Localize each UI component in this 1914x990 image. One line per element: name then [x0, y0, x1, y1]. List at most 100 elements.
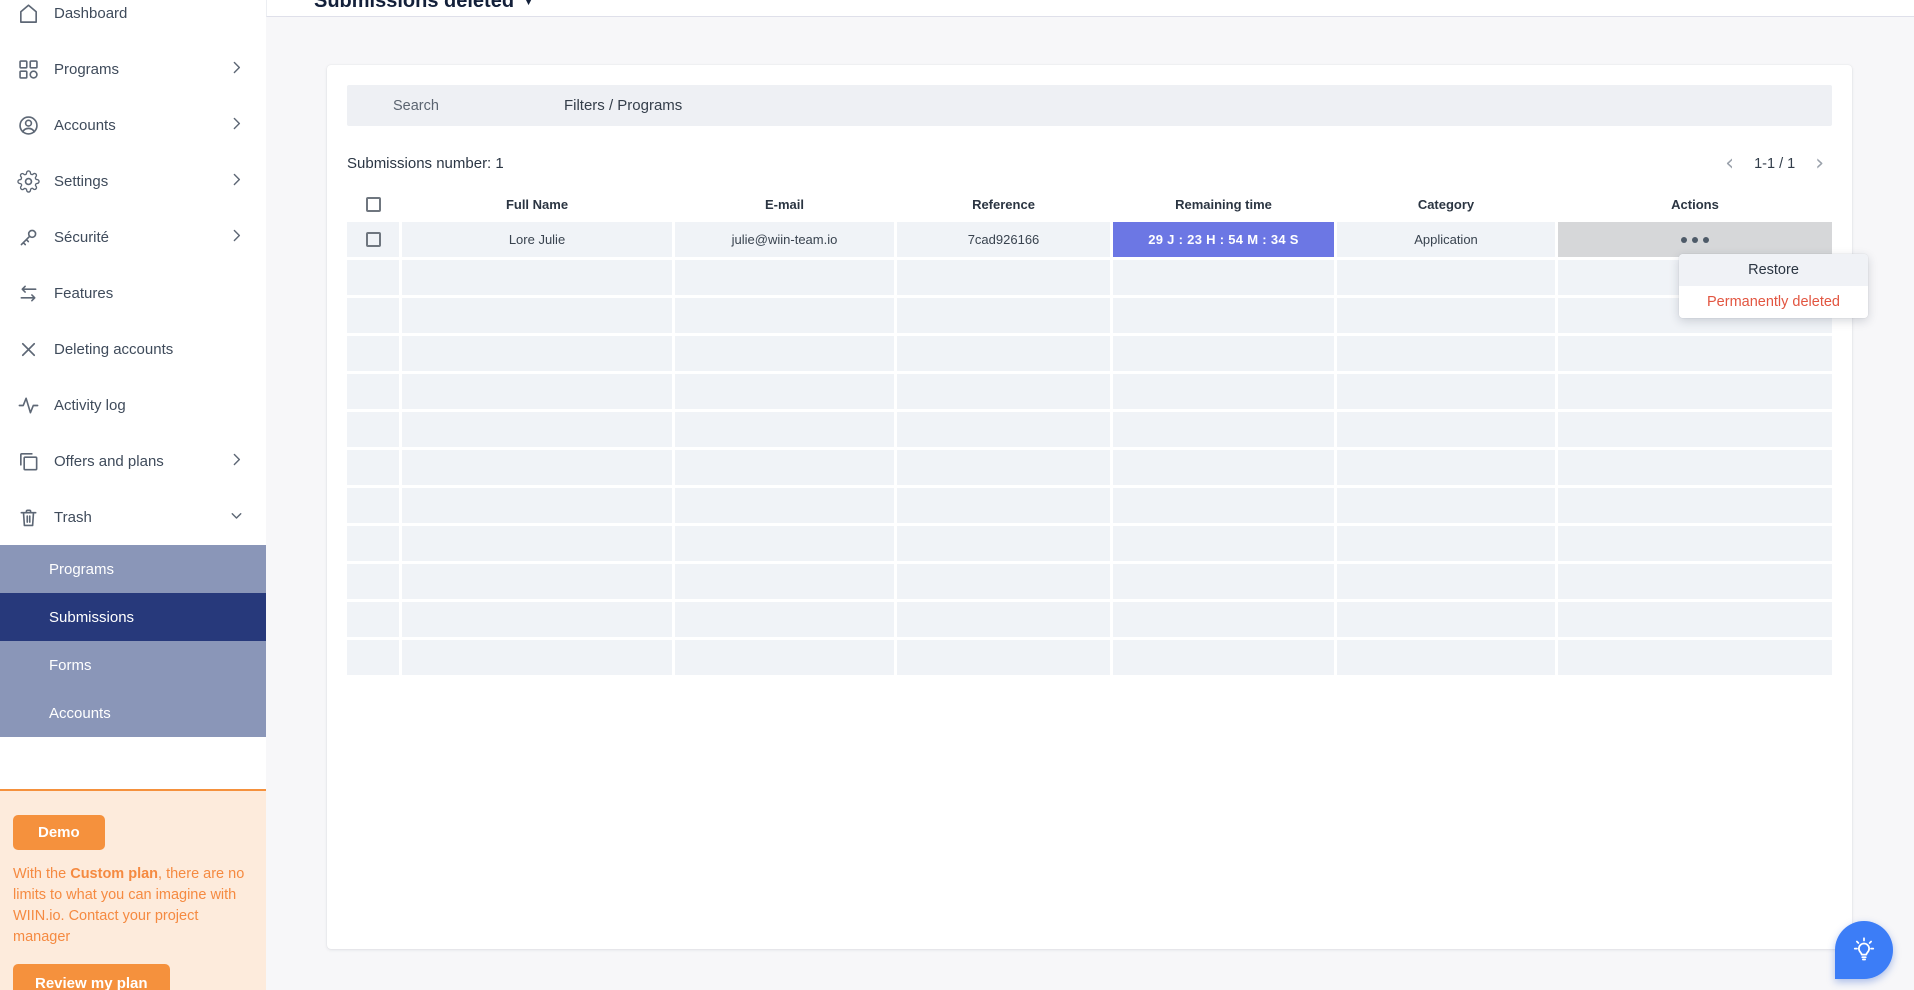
review-plan-button[interactable]: Review my plan — [13, 964, 170, 990]
empty-cell — [675, 412, 894, 447]
table-row: Lore Juliejulie@wiin-team.io7cad92616629… — [347, 222, 1832, 257]
page-header: Submissions deleted ▼ — [266, 0, 1914, 17]
empty-cell — [1113, 260, 1334, 295]
empty-cell — [402, 336, 672, 371]
demo-badge[interactable]: Demo — [13, 815, 105, 850]
empty-cell — [1558, 412, 1832, 447]
sidebar-item-dashboard[interactable]: Dashboard — [0, 0, 266, 41]
menu-item-permanently-deleted[interactable]: Permanently deleted — [1679, 286, 1868, 318]
empty-cell — [897, 298, 1110, 333]
empty-cell — [347, 602, 399, 637]
sidebar-item-activity-log[interactable]: Activity log — [0, 377, 266, 433]
trash-submenu-item-programs[interactable]: Programs — [0, 545, 266, 593]
trash-icon — [15, 504, 41, 530]
sidebar-nav: DashboardProgramsAccounts Settings Sécurit… — [0, 0, 266, 545]
empty-cell — [675, 526, 894, 561]
funnel-icon[interactable] — [537, 96, 556, 115]
empty-cell — [1337, 260, 1555, 295]
empty-cell — [347, 450, 399, 485]
empty-cell — [675, 374, 894, 409]
column-header-reference: Reference — [897, 197, 1110, 212]
menu-item-restore[interactable]: Restore — [1679, 254, 1868, 286]
prev-page-button[interactable]: ‹ — [1725, 157, 1734, 171]
empty-cell — [1337, 526, 1555, 561]
select-all-checkbox[interactable] — [366, 197, 381, 212]
column-header-actions: Actions — [1558, 197, 1832, 212]
empty-cell — [897, 336, 1110, 371]
trash-submenu-item-forms[interactable]: Forms — [0, 641, 266, 689]
chevron-right-icon — [228, 171, 248, 191]
empty-cell — [1113, 602, 1334, 637]
empty-cell — [347, 526, 399, 561]
sidebar-item-label: Trash — [54, 509, 228, 526]
submenu-item-label: Submissions — [49, 609, 134, 626]
sidebar-item-accounts[interactable]: Accounts — [0, 97, 266, 153]
empty-cell — [897, 602, 1110, 637]
search-input[interactable]: Search — [393, 98, 439, 114]
empty-cell — [1113, 336, 1334, 371]
help-fab[interactable] — [1835, 921, 1893, 979]
empty-cell — [1337, 298, 1555, 333]
empty-cell — [897, 374, 1110, 409]
actions-menu: RestorePermanently deleted — [1679, 254, 1868, 318]
empty-cell — [1558, 564, 1832, 599]
sidebar-item-label: Features — [54, 285, 248, 302]
more-actions-icon — [1681, 237, 1709, 243]
empty-cell — [675, 260, 894, 295]
empty-cell — [402, 412, 672, 447]
demo-text-prefix: With the — [13, 866, 70, 882]
empty-cell — [402, 602, 672, 637]
submenu-item-label: Forms — [49, 657, 92, 674]
empty-cell — [1337, 640, 1555, 675]
sidebar-item-settings[interactable]: Settings — [0, 153, 266, 209]
sidebar-item-features[interactable]: Features — [0, 265, 266, 321]
empty-cell — [1558, 526, 1832, 561]
empty-table-row — [347, 374, 1832, 409]
trash-submenu-item-accounts[interactable]: Accounts — [0, 689, 266, 737]
search-icon — [364, 96, 383, 115]
sidebar: DashboardProgramsAccountsSettingsSécurit… — [0, 0, 266, 990]
empty-cell — [675, 450, 894, 485]
empty-cell — [402, 488, 672, 523]
sidebar-item-programs[interactable]: Programs — [0, 41, 266, 97]
empty-cell — [1558, 488, 1832, 523]
cell-category: Application — [1337, 222, 1555, 257]
filters-button[interactable]: Filters / Programs — [564, 97, 682, 114]
caret-down-icon[interactable]: ▼ — [523, 0, 534, 8]
empty-cell — [1113, 450, 1334, 485]
empty-cell — [1113, 488, 1334, 523]
chevron-right-icon — [228, 59, 248, 79]
content-area: Search Filters / Programs Submissions nu… — [266, 17, 1914, 990]
empty-cell — [347, 488, 399, 523]
sidebar-item-trash[interactable]: Trash — [0, 489, 266, 545]
next-page-button[interactable]: › — [1815, 157, 1824, 171]
sidebar-item-offers-and-plans[interactable]: Offers and plans — [0, 433, 266, 489]
empty-cell — [1113, 374, 1334, 409]
sidebar-item-s-curit[interactable]: Sécurité — [0, 209, 266, 265]
row-checkbox[interactable] — [366, 232, 381, 247]
empty-cell — [1337, 336, 1555, 371]
empty-cell — [1337, 450, 1555, 485]
sidebar-item-label: Deleting accounts — [54, 341, 248, 358]
empty-cell — [675, 602, 894, 637]
empty-cell — [897, 260, 1110, 295]
empty-table-row — [347, 450, 1832, 485]
empty-table-row — [347, 298, 1832, 333]
row-actions-button[interactable] — [1558, 222, 1832, 257]
sidebar-item-deleting-accounts[interactable]: Deleting accounts — [0, 321, 266, 377]
empty-cell — [347, 374, 399, 409]
sidebar-item-label: Settings — [54, 173, 228, 190]
home-icon — [15, 0, 41, 26]
sidebar-item-label: Sécurité — [54, 229, 228, 246]
empty-cell — [1337, 564, 1555, 599]
submissions-card: Search Filters / Programs Submissions nu… — [327, 65, 1852, 949]
trash-submenu-item-submissions[interactable]: Submissions — [0, 593, 266, 641]
user-circle-icon — [15, 112, 41, 138]
empty-cell — [402, 564, 672, 599]
empty-cell — [1113, 526, 1334, 561]
empty-cell — [402, 374, 672, 409]
activity-icon — [15, 392, 41, 418]
layers-icon — [15, 448, 41, 474]
submissions-count: Submissions number: 1 — [347, 155, 504, 172]
empty-cell — [402, 450, 672, 485]
